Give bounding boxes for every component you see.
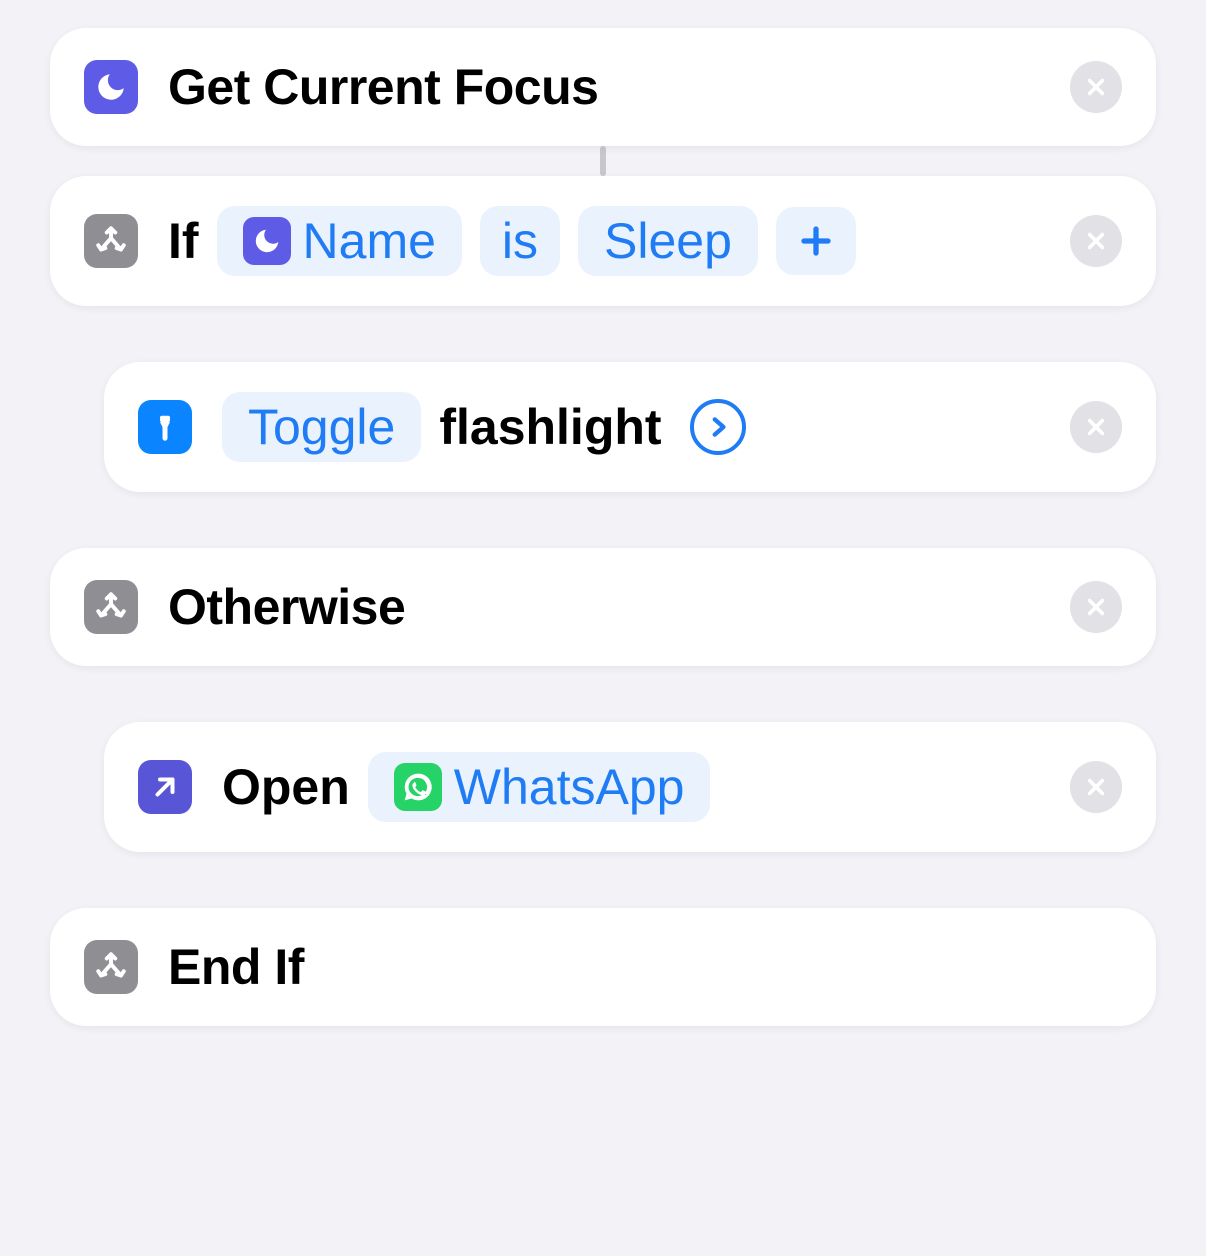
variable-label: Name <box>303 212 436 270</box>
expand-options-button[interactable] <box>690 399 746 455</box>
action-toggle-flashlight[interactable]: Toggle flashlight <box>104 362 1156 492</box>
toggle-target: flashlight <box>439 398 661 456</box>
action-end-if[interactable]: End If <box>50 908 1156 1026</box>
moon-icon <box>243 217 291 265</box>
branch-icon <box>84 940 138 994</box>
action-otherwise[interactable]: Otherwise <box>50 548 1156 666</box>
add-condition-button[interactable] <box>776 207 856 275</box>
if-operator-token[interactable]: is <box>480 206 560 276</box>
action-if[interactable]: If Name is Sleep <box>50 176 1156 306</box>
branch-icon <box>84 580 138 634</box>
delete-action-button[interactable] <box>1070 581 1122 633</box>
delete-action-button[interactable] <box>1070 761 1122 813</box>
toggle-mode-token[interactable]: Toggle <box>222 392 421 462</box>
delete-action-button[interactable] <box>1070 61 1122 113</box>
open-arrow-icon <box>138 760 192 814</box>
delete-action-button[interactable] <box>1070 215 1122 267</box>
whatsapp-icon <box>394 763 442 811</box>
flashlight-icon <box>138 400 192 454</box>
branch-icon <box>84 214 138 268</box>
if-keyword: If <box>168 212 199 270</box>
action-get-current-focus[interactable]: Get Current Focus <box>50 28 1156 146</box>
open-verb: Open <box>222 758 350 816</box>
app-name: WhatsApp <box>454 758 685 816</box>
open-app-token[interactable]: WhatsApp <box>368 752 711 822</box>
if-variable-token[interactable]: Name <box>217 206 462 276</box>
otherwise-label: Otherwise <box>168 578 405 636</box>
if-value-token[interactable]: Sleep <box>578 206 758 276</box>
delete-action-button[interactable] <box>1070 401 1122 453</box>
action-title: Get Current Focus <box>168 58 598 116</box>
action-open-app[interactable]: Open WhatsApp <box>104 722 1156 852</box>
moon-icon <box>84 60 138 114</box>
endif-label: End If <box>168 938 304 996</box>
connector-line <box>600 146 606 176</box>
